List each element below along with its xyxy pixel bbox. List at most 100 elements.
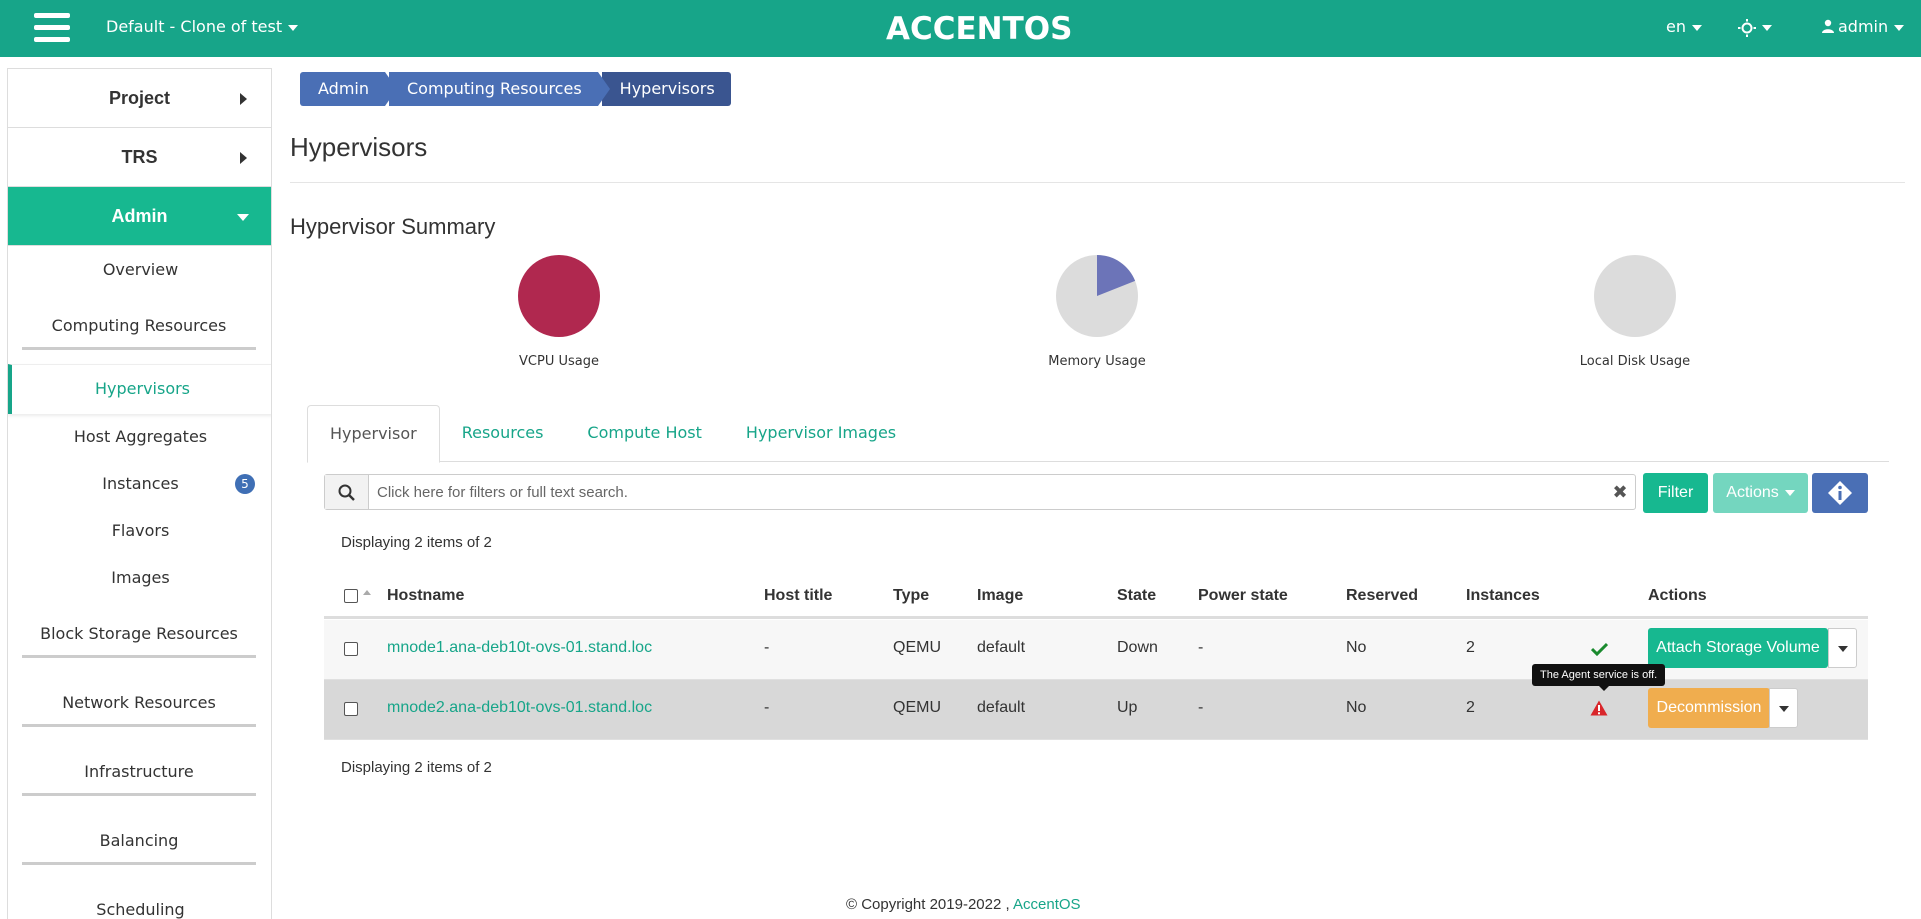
breadcrumb-admin[interactable]: Admin bbox=[300, 72, 397, 106]
cell-reserved: No bbox=[1346, 639, 1367, 656]
sidebar-item-instances[interactable]: Instances 5 bbox=[8, 474, 271, 494]
attach-storage-volume-button[interactable]: Attach Storage Volume bbox=[1648, 628, 1828, 668]
chevron-right-icon bbox=[240, 152, 247, 164]
menu-toggle-icon[interactable] bbox=[34, 13, 70, 43]
sidebar-group-scheduling[interactable]: Scheduling bbox=[8, 900, 271, 919]
cell-state: Up bbox=[1117, 699, 1138, 716]
check-icon bbox=[1591, 642, 1608, 656]
sidebar-section-label: Project bbox=[108, 87, 171, 108]
column-type[interactable]: Type bbox=[893, 587, 929, 605]
row-checkbox[interactable] bbox=[344, 642, 358, 656]
sidebar-item-hypervisors[interactable]: Hypervisors bbox=[8, 364, 271, 414]
top-bar: Default - Clone of test ACCENTOS en admi… bbox=[0, 0, 1921, 57]
sidebar-item-host-aggregates[interactable]: Host Aggregates bbox=[8, 427, 271, 446]
local-disk-pie-chart bbox=[1594, 255, 1676, 337]
copyright-text: © Copyright 2019-2022 , bbox=[846, 896, 1010, 913]
local-disk-usage-pie: Local Disk Usage bbox=[1535, 254, 1735, 369]
cell-image: default bbox=[977, 639, 1026, 656]
sidebar-group-balancing[interactable]: Balancing bbox=[22, 831, 256, 865]
sidebar-group-network-resources[interactable]: Network Resources bbox=[22, 693, 256, 727]
decommission-button[interactable]: Decommission bbox=[1648, 688, 1770, 728]
cell-reserved: No bbox=[1346, 699, 1367, 716]
vcpu-usage-pie: VCPU Usage bbox=[459, 254, 659, 369]
user-name: admin bbox=[1838, 17, 1889, 36]
sidebar-item-images[interactable]: Images bbox=[8, 568, 271, 587]
row-checkbox[interactable] bbox=[344, 702, 358, 716]
cell-power-state: - bbox=[1198, 639, 1204, 656]
cell-host-title: - bbox=[764, 699, 770, 716]
sidebar-section-label: Admin bbox=[111, 205, 168, 226]
search-icon bbox=[338, 484, 355, 501]
chevron-down-icon bbox=[237, 214, 249, 221]
clear-search-icon[interactable]: ✖ bbox=[1605, 475, 1635, 509]
memory-pie-chart bbox=[1056, 255, 1138, 337]
instances-count-badge: 5 bbox=[235, 474, 255, 494]
tab-resources[interactable]: Resources bbox=[440, 405, 566, 462]
column-hostname[interactable]: Hostname bbox=[387, 587, 464, 605]
breadcrumb-computing-resources[interactable]: Computing Resources bbox=[389, 72, 610, 106]
actions-button[interactable]: Actions bbox=[1713, 473, 1808, 513]
chevron-down-icon bbox=[1779, 706, 1789, 712]
sidebar-section-project[interactable]: Project bbox=[8, 69, 271, 128]
sidebar-section-trs[interactable]: TRS bbox=[8, 128, 271, 187]
language-label: en bbox=[1666, 17, 1686, 36]
page-title: Hypervisors bbox=[290, 132, 428, 162]
breadcrumb-hypervisors[interactable]: Hypervisors bbox=[601, 72, 731, 106]
chevron-right-icon bbox=[240, 93, 247, 105]
hostname-link[interactable]: mnode1.ana-deb10t-ovs-01.stand.loc bbox=[387, 639, 652, 657]
title-divider bbox=[290, 182, 1905, 183]
sidebar-item-overview[interactable]: Overview bbox=[8, 260, 271, 279]
display-count-bottom: Displaying 2 items of 2 bbox=[341, 759, 492, 776]
display-count-top: Displaying 2 items of 2 bbox=[341, 534, 492, 551]
table-row: mnode2.ana-deb10t-ovs-01.stand.loc - QEM… bbox=[324, 680, 1868, 740]
chevron-down-icon bbox=[1762, 24, 1772, 31]
actions-label: Actions bbox=[1726, 484, 1779, 501]
user-menu[interactable]: admin bbox=[1822, 17, 1905, 36]
accentos-link[interactable]: AccentOS bbox=[1013, 896, 1081, 913]
search-input[interactable] bbox=[369, 475, 1605, 509]
warning-icon[interactable] bbox=[1590, 700, 1608, 716]
cell-type: QEMU bbox=[893, 699, 941, 716]
project-selector[interactable]: Default - Clone of test bbox=[106, 17, 299, 36]
sidebar-item-flavors[interactable]: Flavors bbox=[8, 521, 271, 540]
sidebar-section-admin[interactable]: Admin bbox=[8, 187, 271, 246]
search-button[interactable] bbox=[325, 475, 369, 509]
column-host-title[interactable]: Host title bbox=[764, 587, 832, 605]
hostname-link[interactable]: mnode2.ana-deb10t-ovs-01.stand.loc bbox=[387, 699, 652, 717]
cell-power-state: - bbox=[1198, 699, 1204, 716]
language-selector[interactable]: en bbox=[1666, 17, 1702, 36]
tab-bar: Hypervisor Resources Compute Host Hyperv… bbox=[307, 405, 1889, 463]
chevron-down-icon bbox=[288, 24, 299, 31]
info-button[interactable] bbox=[1812, 473, 1868, 513]
sidebar: Project TRS Admin Overview Computing Res… bbox=[7, 68, 272, 919]
row-actions-dropdown[interactable] bbox=[1828, 628, 1857, 668]
sidebar-group-infrastructure[interactable]: Infrastructure bbox=[22, 762, 256, 796]
sidebar-section-label: TRS bbox=[121, 146, 158, 167]
cell-instances: 2 bbox=[1466, 639, 1475, 656]
pie-label: Local Disk Usage bbox=[1579, 354, 1691, 369]
sidebar-group-block-storage[interactable]: Block Storage Resources bbox=[22, 624, 256, 658]
cell-type: QEMU bbox=[893, 639, 941, 656]
pie-label: Memory Usage bbox=[1048, 354, 1146, 369]
tab-hypervisor[interactable]: Hypervisor bbox=[307, 405, 440, 463]
column-state[interactable]: State bbox=[1117, 587, 1156, 605]
filter-button[interactable]: Filter bbox=[1643, 473, 1708, 513]
column-image[interactable]: Image bbox=[977, 587, 1023, 605]
column-instances[interactable]: Instances bbox=[1466, 587, 1540, 605]
select-all-checkbox[interactable] bbox=[344, 589, 358, 603]
search-bar: ✖ bbox=[324, 474, 1636, 510]
chevron-down-icon bbox=[1838, 646, 1848, 652]
chevron-down-icon bbox=[1691, 24, 1702, 31]
theme-selector[interactable] bbox=[1738, 14, 1772, 38]
chevron-down-icon bbox=[1784, 490, 1795, 496]
agent-status-tooltip: The Agent service is off. bbox=[1532, 664, 1666, 691]
sidebar-group-computing-resources[interactable]: Computing Resources bbox=[22, 316, 256, 350]
column-power-state[interactable]: Power state bbox=[1198, 587, 1288, 605]
column-reserved[interactable]: Reserved bbox=[1346, 587, 1418, 605]
sun-icon bbox=[1738, 18, 1756, 37]
tab-hypervisor-images[interactable]: Hypervisor Images bbox=[724, 405, 918, 462]
tab-compute-host[interactable]: Compute Host bbox=[565, 405, 723, 462]
row-actions-dropdown[interactable] bbox=[1769, 688, 1798, 728]
sort-asc-icon[interactable] bbox=[363, 590, 371, 595]
logo: ACCENTOS bbox=[886, 11, 1073, 47]
